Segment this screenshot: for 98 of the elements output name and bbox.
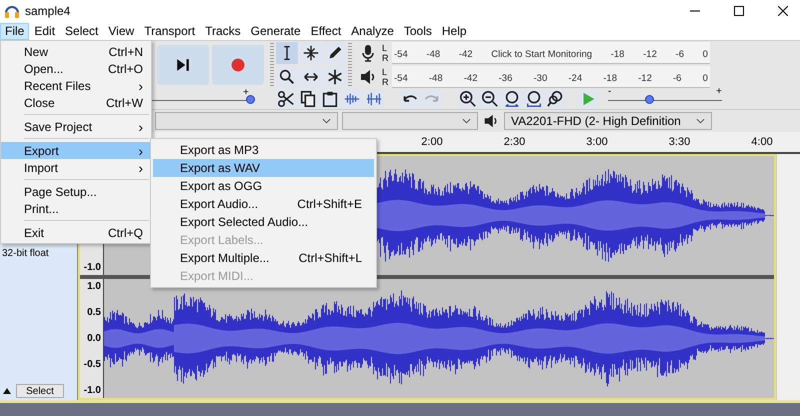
menu-bar-item[interactable]: Generate	[246, 22, 306, 40]
timeline-label: 3:30	[668, 136, 690, 148]
meter-scale-label: -36	[498, 73, 512, 84]
menu-item[interactable]: Import ›	[1, 159, 151, 176]
menu-item[interactable]: Export Audio... Ctrl+Shift+E	[153, 195, 374, 213]
menu-item[interactable]: Export Selected Audio...	[153, 213, 374, 231]
menu-bar-item[interactable]: Tracks	[200, 22, 246, 40]
timeline-label: 4:00	[751, 136, 773, 148]
silence-icon[interactable]	[364, 90, 384, 108]
meter-scale-label: -42	[464, 73, 478, 84]
amplitude-label: 0.0	[87, 333, 101, 344]
amplitude-label: 0.5	[87, 307, 101, 318]
level-meter[interactable]: -54 -48 -42 Click to Start Monitoring -18 -12 -6 0	[392, 42, 710, 64]
amplitude-label: -1.0	[84, 262, 101, 273]
menu-bar-item[interactable]: Select	[60, 22, 104, 40]
skip-to-end-button[interactable]	[157, 45, 209, 85]
menu-bar-item[interactable]: Analyze	[346, 22, 399, 40]
slider-max-label: +	[243, 87, 249, 98]
channel-label: R	[382, 53, 390, 63]
zoom-icon[interactable]	[276, 66, 298, 88]
timeline-label: 2:30	[504, 136, 526, 148]
meter-scale-label: 0	[702, 73, 708, 84]
maximize-icon[interactable]	[734, 6, 744, 16]
close-icon[interactable]	[778, 6, 788, 16]
menu-item[interactable]: Save Project ›	[1, 118, 151, 135]
collapse-icon[interactable]	[2, 387, 12, 395]
slider-max-label: +	[716, 86, 722, 97]
meter-scale-label: Click to Start Monitoring	[491, 49, 592, 60]
menu-bar-item[interactable]: Tools	[398, 22, 437, 40]
meter-scale-label: -48	[428, 73, 443, 84]
fit-project-icon[interactable]	[524, 90, 544, 108]
channel-label: L	[382, 43, 388, 53]
menu-item[interactable]: Open... Ctrl+O	[1, 60, 151, 77]
playback-device-dropdown[interactable]: VA2201-FHD (2- High Definition	[504, 112, 712, 130]
meter-scale-label: -30	[534, 73, 548, 84]
menu-bar-item[interactable]: Help	[436, 22, 472, 40]
meter-scale-label: -12	[638, 73, 652, 84]
menu-item[interactable]: Export as MP3	[153, 141, 374, 159]
slider-thumb[interactable]	[645, 95, 654, 104]
fit-selection-icon[interactable]	[502, 90, 522, 108]
scrollbar[interactable]	[776, 154, 800, 400]
scissors-icon[interactable]	[276, 90, 296, 108]
meter-scale-label: -6	[676, 49, 684, 60]
zoom-toggle-icon[interactable]	[546, 90, 566, 108]
amplitude-label: 1.0	[87, 281, 101, 292]
meter-scale-label: -42	[458, 49, 473, 60]
meter-scale-label: -18	[603, 73, 617, 84]
menu-item[interactable]: Close Ctrl+W	[1, 94, 151, 111]
menu-bar-item[interactable]: File	[0, 22, 30, 40]
menu-bar-item[interactable]: Transport	[139, 22, 200, 40]
menu-item[interactable]: Export as OGG	[153, 177, 374, 195]
select-button[interactable]: Select	[16, 384, 64, 398]
level-meter[interactable]: -54 -48 -42 -36 -30 -24 -18 -12 -6 0	[392, 66, 710, 88]
menu-bar-item[interactable]: Effect	[306, 22, 346, 40]
menu-item[interactable]: Export as WAV	[153, 159, 374, 177]
meter-scale-label: -12	[643, 49, 657, 60]
slider-min-label: -	[608, 86, 612, 97]
menu-item[interactable]: New Ctrl+N	[1, 43, 151, 60]
slider-thumb[interactable]	[246, 95, 255, 104]
copy-icon[interactable]	[298, 90, 318, 108]
clipboard-icon[interactable]	[320, 90, 340, 108]
meter-scale-label: -48	[426, 49, 440, 60]
menu-bar-item[interactable]: View	[103, 22, 140, 40]
timeline-label: 2:00	[421, 136, 443, 148]
channel-label: L	[382, 67, 388, 77]
window-title: sample4	[25, 4, 70, 18]
menu-item[interactable]: Print...	[1, 200, 151, 217]
meter-scale-label: -54	[394, 73, 408, 84]
meter-scale-label: -54	[394, 49, 408, 60]
zoom-in-icon[interactable]	[458, 90, 478, 108]
meter-scale-label: 0	[702, 49, 708, 60]
undo-icon[interactable]	[400, 90, 420, 108]
menu-item[interactable]: Export ›	[1, 142, 151, 159]
menu-item[interactable]: Recent Files ›	[1, 77, 151, 94]
meter-scale-label: -18	[610, 49, 624, 60]
text-cursor-icon[interactable]	[276, 42, 298, 64]
trim-icon[interactable]	[342, 90, 362, 108]
zoom-out-icon[interactable]	[480, 90, 500, 108]
chevron-down-icon	[696, 118, 705, 124]
menu-item[interactable]: Page Setup...	[1, 183, 151, 200]
amplitude-label: -1.0	[84, 385, 101, 396]
menu-bar-item[interactable]: Edit	[29, 22, 60, 40]
amplitude-label: -0.5	[84, 359, 101, 370]
chevron-down-icon	[462, 118, 471, 124]
meter-scale-label: -6	[673, 73, 682, 84]
record-icon	[231, 58, 245, 72]
meter-scale-label: -24	[568, 73, 582, 84]
headphones-icon	[4, 4, 20, 18]
envelope-tool-icon[interactable]	[300, 42, 322, 64]
timeline-label: 3:00	[586, 136, 608, 148]
menu-item[interactable]: Export Multiple... Ctrl+Shift+L	[153, 249, 374, 267]
track-format-label: 32-bit float	[1, 248, 50, 259]
pencil-icon[interactable]	[324, 42, 346, 64]
asterisk-icon[interactable]	[324, 66, 346, 88]
skip-end-icon	[176, 58, 190, 72]
channel-label: R	[382, 77, 390, 87]
chevron-down-icon	[322, 118, 331, 124]
menu-item[interactable]: Exit Ctrl+Q	[1, 224, 151, 241]
